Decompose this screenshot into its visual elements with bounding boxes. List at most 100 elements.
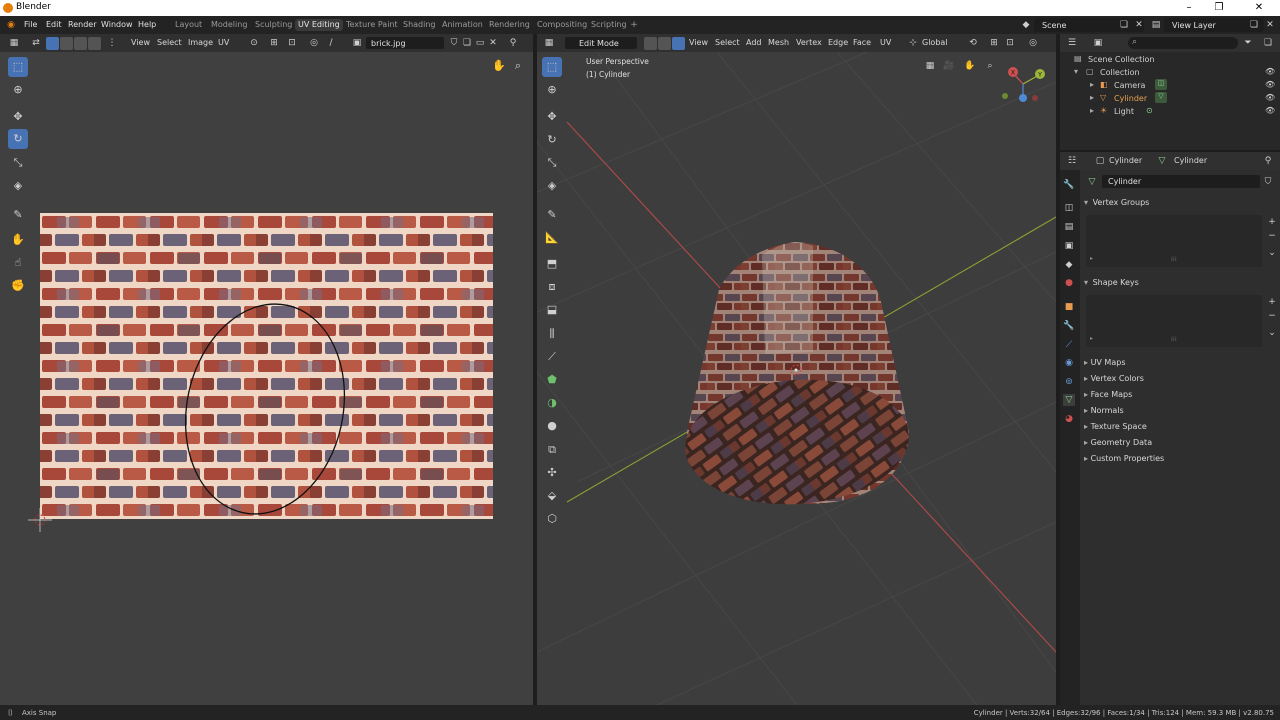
viewport-tool-spin[interactable]: ◑	[542, 393, 562, 413]
uv-editor-canvas[interactable]: ⬚ ⊕ ✥ ↻ ⤡ ◈ ✎ ✋ ☝ ✊ ✋ ⌕	[0, 52, 533, 705]
remove-vertex-group-icon[interactable]: −	[1266, 230, 1278, 242]
panel-vertex-colors[interactable]: ▸ Vertex Colors	[1084, 374, 1144, 383]
uv-tool-select[interactable]: ⬚	[8, 57, 28, 77]
uv-tool-cursor[interactable]: ⊕	[8, 80, 28, 100]
add-shape-key-icon[interactable]: +	[1266, 296, 1278, 308]
outliner-row-scene-collection[interactable]: ▤ Scene Collection	[1060, 53, 1272, 66]
context-object-name[interactable]: Cylinder	[1109, 156, 1142, 165]
tab-shading[interactable]: Shading	[403, 20, 436, 29]
tab-animation[interactable]: Animation	[442, 20, 483, 29]
view-layer-tab-icon[interactable]: ▣	[1063, 240, 1075, 252]
transform-orientation-icon[interactable]: ⊹	[907, 37, 919, 49]
outliner-row-cylinder[interactable]: ▸ ▽ Cylinder ▽ 👁	[1060, 92, 1275, 105]
fake-user-shield-icon[interactable]: ⛉	[1262, 176, 1274, 188]
navigation-gizmo[interactable]: X Y	[999, 62, 1051, 104]
sync-selection-icon[interactable]: ⇄	[30, 37, 42, 49]
add-vertex-group-icon[interactable]: +	[1266, 216, 1278, 228]
list-resize-icon[interactable]: ▸	[1090, 335, 1093, 342]
tab-sculpting[interactable]: Sculpting	[255, 20, 292, 29]
new-scene-icon[interactable]: ❏	[1118, 19, 1130, 31]
list-resize-icon[interactable]: ▸	[1090, 255, 1093, 262]
viewport-tool-extrude[interactable]: ⬒	[542, 254, 562, 274]
viewport-tool-scale[interactable]: ⤡	[542, 153, 562, 173]
pan-icon[interactable]: ✋	[964, 60, 976, 72]
tab-compositing[interactable]: Compositing	[537, 20, 587, 29]
viewport-tool-transform[interactable]: ◈	[542, 176, 562, 196]
panel-face-maps[interactable]: ▸ Face Maps	[1084, 390, 1132, 399]
close-icon[interactable]: ✕	[1246, 0, 1272, 16]
editor-type-icon[interactable]: ▦	[8, 37, 20, 49]
pivot-point-icon[interactable]: ⟲	[967, 37, 979, 49]
vertex-groups-list[interactable]: ▸ ⁞⁞⁞	[1086, 215, 1262, 267]
viewport-tool-move[interactable]: ✥	[542, 107, 562, 127]
viewport-editor-type-icon[interactable]: ▦	[543, 37, 555, 49]
uv-menu-image[interactable]: Image	[188, 38, 213, 47]
proportional-edit-icon[interactable]: ◎	[308, 37, 320, 49]
open-image-icon[interactable]: ▭	[474, 37, 486, 49]
output-tab-icon[interactable]: ▤	[1063, 221, 1075, 233]
image-name-field[interactable]: brick.jpg	[366, 37, 444, 49]
gizmo-neg-y-icon[interactable]	[1002, 93, 1008, 99]
outliner-row-light[interactable]: ▸ ☀ Light ⊙ 👁	[1060, 105, 1275, 118]
remove-shape-key-icon[interactable]: −	[1266, 310, 1278, 322]
uv-menu-select[interactable]: Select	[157, 38, 182, 47]
viewport-tool-cursor[interactable]: ⊕	[542, 80, 562, 100]
physics-tab-icon[interactable]: ◉	[1063, 357, 1075, 369]
viewport-tool-edge-slide[interactable]: ⧉	[542, 440, 562, 460]
filter-icon[interactable]: ⏷	[1242, 37, 1254, 49]
scene-tab-icon[interactable]: ◆	[1063, 259, 1075, 271]
sticky-selection-icon[interactable]: ⋮	[106, 37, 118, 49]
viewport-proportional-icon[interactable]: ◎	[1027, 37, 1039, 49]
gizmo-z-axis-icon[interactable]	[1019, 94, 1027, 102]
viewport-menu-uv[interactable]: UV	[880, 38, 891, 47]
mesh-data-properties-tab-icon[interactable]: ▽	[1063, 394, 1075, 406]
object-tab-icon[interactable]: ■	[1063, 301, 1075, 313]
menu-window[interactable]: Window	[101, 20, 133, 29]
panel-shape-keys[interactable]: ▾ Shape Keys	[1084, 278, 1139, 287]
remove-scene-icon[interactable]: ✕	[1133, 19, 1145, 31]
context-data-name[interactable]: Cylinder	[1174, 156, 1207, 165]
visibility-eye-icon[interactable]: 👁	[1265, 93, 1275, 102]
viewport-tool-rotate[interactable]: ↻	[542, 130, 562, 150]
outliner-search-input[interactable]: ⌕	[1128, 37, 1238, 49]
panel-normals[interactable]: ▸ Normals	[1084, 406, 1124, 415]
list-grip-icon[interactable]: ⁞⁞⁞	[1171, 256, 1177, 263]
menu-render[interactable]: Render	[68, 20, 96, 29]
viewport-tool-bevel[interactable]: ⬓	[542, 300, 562, 320]
edge-select-mode-icon[interactable]	[60, 37, 73, 50]
outliner-row-camera[interactable]: ▸ ◧ Camera ◫ 👁	[1060, 79, 1275, 92]
minimize-icon[interactable]: –	[1176, 0, 1202, 16]
viewport-tool-shrink[interactable]: ✣	[542, 463, 562, 483]
tab-rendering[interactable]: Rendering	[489, 20, 530, 29]
grid-view-icon[interactable]: ▦	[924, 60, 936, 72]
uv-tool-grab[interactable]: ✋	[8, 230, 28, 250]
vertex-mode-icon[interactable]	[644, 37, 657, 50]
viewport-tool-smooth[interactable]: ●	[542, 416, 562, 436]
render-tab-icon[interactable]: ◫	[1063, 202, 1075, 214]
new-image-icon[interactable]: ❏	[461, 37, 473, 49]
visibility-eye-icon[interactable]: 👁	[1265, 80, 1275, 89]
panel-vertex-groups[interactable]: ▾ Vertex Groups	[1084, 198, 1149, 207]
tab-texture-paint[interactable]: Texture Paint	[346, 20, 398, 29]
visibility-eye-icon[interactable]: 👁	[1265, 106, 1275, 115]
3d-viewport[interactable]: ⬚ ⊕ ✥ ↻ ⤡ ◈ ✎ 📐 ⬒ ⧈ ⬓ ⫼ ⟋ ⬟ ◑ ● ⧉ ✣ ⬙ ⬡ …	[537, 52, 1056, 705]
fake-user-icon[interactable]: ⛉	[448, 37, 460, 49]
tab-layout[interactable]: Layout	[175, 20, 202, 29]
image-browse-icon[interactable]: ▣	[351, 37, 363, 49]
visibility-eye-icon[interactable]: 👁	[1265, 67, 1275, 76]
viewport-tool-annotate[interactable]: ✎	[542, 205, 562, 225]
pivot-icon[interactable]: ⊙	[248, 37, 260, 49]
panel-uv-maps[interactable]: ▸ UV Maps	[1084, 358, 1125, 367]
properties-editor-type-icon[interactable]: ☷	[1066, 155, 1078, 167]
snap-element-icon[interactable]: ⊡	[286, 37, 298, 49]
uv-tool-move[interactable]: ✥	[8, 107, 28, 127]
vertex-group-menu-icon[interactable]: ⌄	[1266, 247, 1278, 259]
pan-view-icon[interactable]: ✋	[492, 60, 506, 72]
transform-orientation[interactable]: Global	[922, 38, 948, 47]
expand-arrow-icon[interactable]: ▸	[1090, 80, 1094, 89]
expand-arrow-icon[interactable]: ▸	[1090, 93, 1094, 102]
viewport-tool-shear[interactable]: ⬙	[542, 486, 562, 506]
view-layer-icon[interactable]: ▤	[1150, 19, 1162, 31]
restore-icon[interactable]: ❐	[1206, 0, 1232, 16]
zoom-view-icon[interactable]: ⌕	[512, 60, 524, 72]
